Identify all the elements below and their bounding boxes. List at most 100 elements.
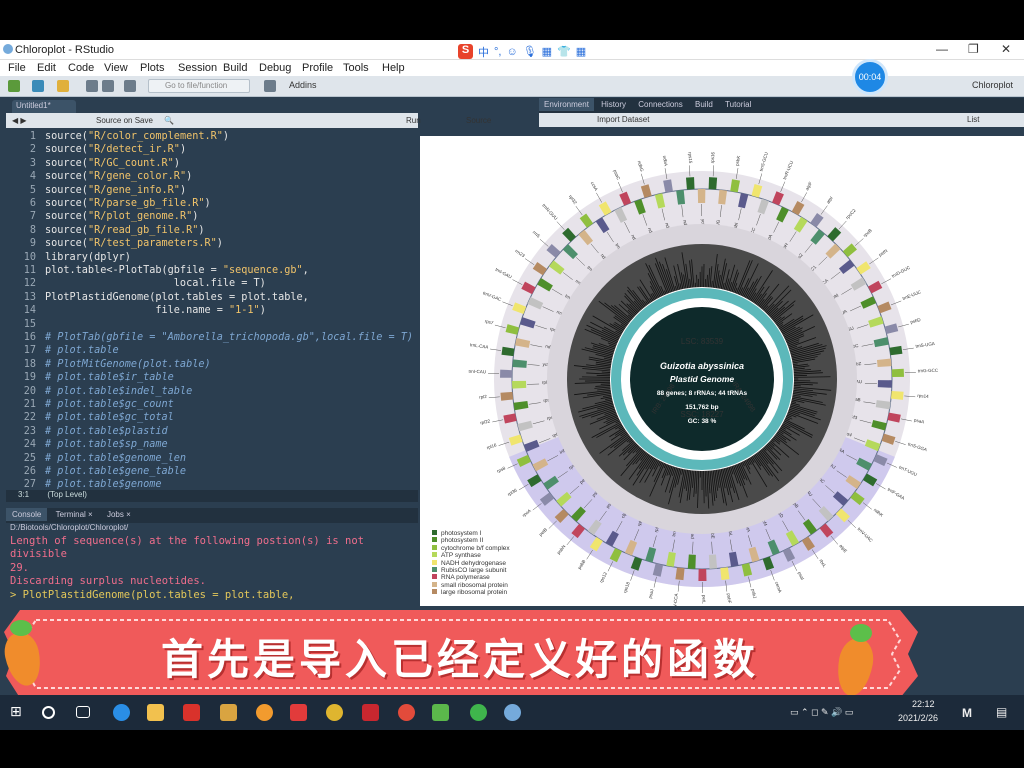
app-tan-icon[interactable] (220, 704, 237, 721)
line-number: 2 (29, 144, 36, 156)
code-line[interactable]: # plot.table$ir_table (45, 371, 174, 384)
code-line[interactable]: # plot.table$gene_table (45, 465, 186, 478)
tab-environment[interactable]: Environment (539, 98, 594, 111)
save-icon[interactable] (86, 80, 98, 92)
menu-profile[interactable]: Profile (302, 62, 333, 74)
print-icon[interactable] (124, 80, 136, 92)
menu-tools[interactable]: Tools (343, 62, 369, 74)
code-line[interactable]: # plot.table$genome_len (45, 452, 186, 465)
menu-debug[interactable]: Debug (259, 62, 291, 74)
source-button[interactable]: Source (466, 116, 491, 125)
code-line[interactable]: local.file = T) (45, 277, 266, 290)
close-icon[interactable]: ✕ (1001, 42, 1011, 56)
code-line[interactable]: source("R/parse_gb_file.R") (45, 197, 211, 210)
ime-item[interactable]: ▦ (542, 45, 552, 58)
code-line[interactable]: # plot.table$indel_table (45, 385, 192, 398)
code-line[interactable]: source("R/color_complement.R") (45, 130, 229, 143)
ime-item[interactable]: °, (494, 46, 501, 58)
app-green-icon[interactable] (432, 704, 449, 721)
run-button[interactable]: Run (406, 116, 421, 125)
code-line[interactable]: # plot.table$plastid (45, 425, 168, 438)
search-icon[interactable]: 🔍 (164, 116, 174, 125)
scope-indicator[interactable]: (Top Level) (47, 490, 87, 499)
menu-file[interactable]: File (8, 62, 26, 74)
maximize-icon[interactable]: ❐ (968, 42, 979, 56)
app-red2-icon[interactable] (290, 704, 307, 721)
notification-icon[interactable]: ▤ (996, 705, 1007, 719)
app-snail-icon[interactable] (398, 704, 415, 721)
menu-build[interactable]: Build (223, 62, 247, 74)
sogou-icon[interactable]: S (458, 44, 473, 59)
new-project-icon[interactable] (32, 80, 44, 92)
edge-icon[interactable] (113, 704, 130, 721)
menu-view[interactable]: View (104, 62, 128, 74)
list-view-button[interactable]: List (967, 115, 979, 124)
chrome-icon[interactable] (326, 704, 343, 721)
code-line[interactable]: source("R/read_gb_file.R") (45, 224, 204, 237)
code-line[interactable]: # plot.table$gc_total (45, 411, 174, 424)
console-output[interactable]: Length of sequence(s) at the following p… (6, 535, 418, 602)
menu-code[interactable]: Code (68, 62, 94, 74)
code-line[interactable]: # PlotTab(gbfile = "Amborella_trichopoda… (45, 331, 413, 344)
tab-untitled1[interactable]: Untitled1* (12, 100, 76, 113)
tab-tutorial[interactable]: Tutorial (720, 98, 756, 111)
code-line[interactable]: PlotPlastidGenome(plot.tables = plot.tab… (45, 291, 309, 304)
ime-item[interactable]: 🎙 (523, 45, 537, 58)
menu-plots[interactable]: Plots (140, 62, 164, 74)
minimize-icon[interactable]: — (936, 42, 948, 56)
menu-session[interactable]: Session (178, 62, 217, 74)
code-line[interactable]: source("R/detect_ir.R") (45, 143, 186, 156)
code-line[interactable]: # plot.table$gc_count (45, 398, 174, 411)
code-line[interactable]: file.name = "1-1") (45, 304, 265, 317)
goto-file-input[interactable]: Go to file/function (148, 79, 250, 93)
code-line[interactable]: source("R/plot_genome.R") (45, 210, 198, 223)
new-file-icon[interactable] (8, 80, 20, 92)
code-line[interactable]: # plot.table$sp_name (45, 438, 168, 451)
grid-icon[interactable] (264, 80, 276, 92)
rstudio-taskbar-icon[interactable] (504, 704, 521, 721)
ime-item[interactable]: ▦ (576, 45, 586, 58)
acrobat-icon[interactable] (362, 704, 379, 721)
save-all-icon[interactable] (102, 80, 114, 92)
open-file-icon[interactable] (57, 80, 69, 92)
tab-terminal[interactable]: Terminal × (50, 508, 99, 521)
input-indicator-icon[interactable]: M (962, 706, 972, 720)
tab-build[interactable]: Build (690, 98, 718, 111)
clock-time[interactable]: 22:12 (912, 699, 935, 709)
tab-console[interactable]: Console (6, 508, 48, 521)
code-line[interactable]: # PlotMitGenome(plot.table) (45, 358, 211, 371)
search-app-icon[interactable] (256, 704, 273, 721)
code-line[interactable]: # plot.table (45, 344, 119, 357)
code-line[interactable]: library(dplyr) (45, 251, 131, 264)
clock-date[interactable]: 2021/2/26 (898, 713, 938, 723)
wechat-icon[interactable] (470, 704, 487, 721)
tab-jobs[interactable]: Jobs × (101, 508, 137, 521)
source-on-save-checkbox[interactable]: Source on Save (96, 116, 153, 125)
code-line[interactable]: source("R/GC_count.R") (45, 157, 180, 170)
tab-history[interactable]: History (596, 98, 631, 111)
code-line[interactable]: source("R/gene_color.R") (45, 170, 192, 183)
import-dataset-button[interactable]: Import Dataset (597, 115, 649, 124)
code-line[interactable]: plot.table<-PlotTab(gbfile = "sequence.g… (45, 264, 309, 277)
tab-connections[interactable]: Connections (633, 98, 687, 111)
tray-icons[interactable]: ▭ ⌃ ◻ ✎ 🔊 ▭ (790, 707, 853, 718)
ime-item[interactable]: ☺ (506, 46, 517, 58)
ime-item[interactable]: 中 (478, 44, 489, 60)
app-red-icon[interactable] (183, 704, 200, 721)
windows-start-icon[interactable]: ⊞ (10, 703, 27, 720)
code-line[interactable]: # plot.table$genome (45, 478, 162, 490)
ime-item[interactable]: 👕 (557, 45, 571, 58)
project-button[interactable]: Chloroplot (972, 80, 1013, 90)
search-icon[interactable] (42, 706, 55, 719)
code-area[interactable]: 1 source("R/color_complement.R") 2 source("… (6, 128, 418, 490)
code-line[interactable]: source("R/test_parameters.R") (45, 237, 223, 250)
back-icon[interactable]: ◀ ▶ (12, 116, 27, 125)
code-line[interactable]: source("R/gene_info.R") (45, 184, 186, 197)
menu-edit[interactable]: Edit (37, 62, 56, 74)
menu-help[interactable]: Help (382, 62, 405, 74)
line-number: 16 (23, 332, 36, 343)
task-view-icon[interactable] (76, 706, 90, 718)
ime-toolbar[interactable]: S 中 °, ☺ 🎙 ▦ 👕 ▦ (458, 43, 586, 60)
addins-button[interactable]: Addins (289, 80, 317, 90)
explorer-icon[interactable] (147, 704, 164, 721)
